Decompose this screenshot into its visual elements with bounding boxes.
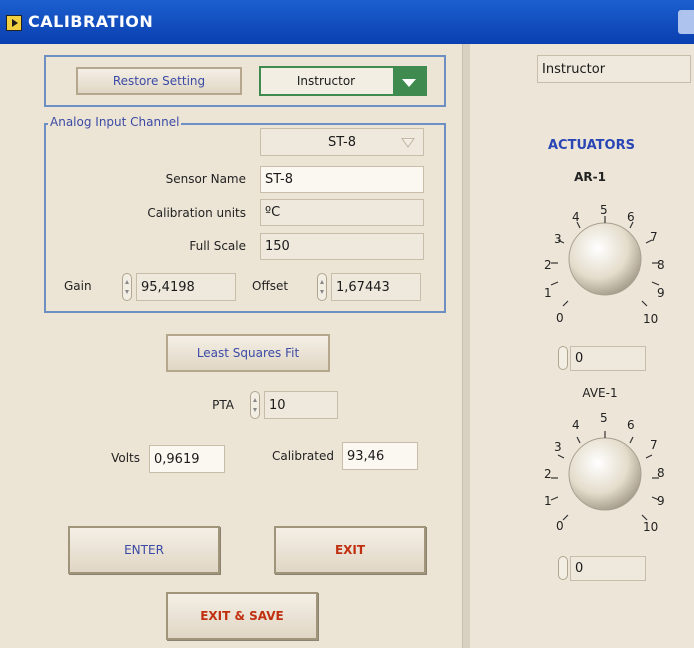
window-control-button[interactable] <box>678 10 694 34</box>
knob1-tick-5: 5 <box>600 203 608 217</box>
exit-and-save-button[interactable]: EXIT & SAVE <box>166 592 318 640</box>
actuators-title: ACTUATORS <box>548 138 635 153</box>
restore-setting-button[interactable]: Restore Setting <box>76 67 242 95</box>
gain-stepper[interactable] <box>122 273 132 301</box>
knob1-tick-2: 2 <box>544 258 552 272</box>
knob1-value-stepper[interactable] <box>558 346 568 370</box>
knob2-value-field[interactable]: 0 <box>570 556 646 581</box>
channel-select[interactable]: ST-8 <box>260 128 424 156</box>
knob1-tick-0: 0 <box>556 311 564 325</box>
role-dropdown-value: Instructor <box>296 74 356 88</box>
calibration-units-field[interactable]: ºC <box>260 199 424 226</box>
knob1-title: AR-1 <box>574 170 606 184</box>
offset-field[interactable]: 1,67443 <box>331 273 421 301</box>
knob2-tick-0: 0 <box>556 519 564 533</box>
offset-label: Offset <box>252 279 289 293</box>
exit-button[interactable]: EXIT <box>274 526 426 574</box>
chevron-down-icon[interactable] <box>401 138 415 148</box>
knob2-tick-8: 8 <box>657 466 665 480</box>
knob1-tick-9: 9 <box>657 286 665 300</box>
analog-input-group-label: Analog Input Channel <box>48 115 182 129</box>
knob1-tick-6: 6 <box>627 210 635 224</box>
window-title: CALIBRATION <box>28 12 154 31</box>
chevron-down-icon[interactable] <box>393 68 425 94</box>
full-scale-field[interactable]: 150 <box>260 233 424 260</box>
knob2-tick-4: 4 <box>572 418 580 432</box>
knob2-tick-7: 7 <box>650 438 658 452</box>
pta-stepper[interactable] <box>250 391 260 419</box>
pta-label: PTA <box>212 398 234 412</box>
least-squares-fit-button[interactable]: Least Squares Fit <box>166 334 330 372</box>
enter-button[interactable]: ENTER <box>68 526 220 574</box>
calibrated-field: 93,46 <box>342 442 418 470</box>
user-display-field: Instructor <box>537 55 691 83</box>
knob1-value-field[interactable]: 0 <box>570 346 646 371</box>
knob2-value-stepper[interactable] <box>558 556 568 580</box>
actuator-knob-ar1[interactable] <box>568 222 642 296</box>
knob2-tick-9: 9 <box>657 494 665 508</box>
knob2-tick-2: 2 <box>544 467 552 481</box>
gain-label: Gain <box>64 279 92 293</box>
knob1-tick-3: 3 <box>554 232 562 246</box>
full-scale-label: Full Scale <box>189 239 246 253</box>
knob1-tick-10: 10 <box>643 312 659 326</box>
volts-field: 0,9619 <box>149 445 225 473</box>
sensor-name-field[interactable]: ST-8 <box>260 166 424 193</box>
knob2-tick-5: 5 <box>600 411 608 425</box>
pta-field[interactable]: 10 <box>264 391 338 419</box>
knob2-scale <box>550 431 660 521</box>
calibrated-label: Calibrated <box>271 449 334 463</box>
knob2-tick-1: 1 <box>544 494 552 508</box>
app-icon <box>6 15 22 31</box>
volts-label: Volts <box>111 451 140 465</box>
role-dropdown[interactable]: Instructor <box>259 66 427 96</box>
title-bar: CALIBRATION <box>0 0 694 44</box>
knob1-tick-4: 4 <box>572 210 580 224</box>
knob1-tick-8: 8 <box>657 258 665 272</box>
sensor-name-label: Sensor Name <box>165 172 246 186</box>
knob2-tick-10: 10 <box>643 520 659 534</box>
knob2-title: AVE-1 <box>582 386 618 400</box>
offset-stepper[interactable] <box>317 273 327 301</box>
knob1-tick-7: 7 <box>650 230 658 244</box>
calibration-units-label: Calibration units <box>147 206 246 220</box>
gain-field[interactable]: 95,4198 <box>136 273 236 301</box>
channel-select-value: ST-8 <box>328 134 356 150</box>
knob2-tick-3: 3 <box>554 440 562 454</box>
knob1-tick-1: 1 <box>544 286 552 300</box>
actuator-knob-ave1[interactable] <box>568 437 642 511</box>
knob2-tick-6: 6 <box>627 418 635 432</box>
